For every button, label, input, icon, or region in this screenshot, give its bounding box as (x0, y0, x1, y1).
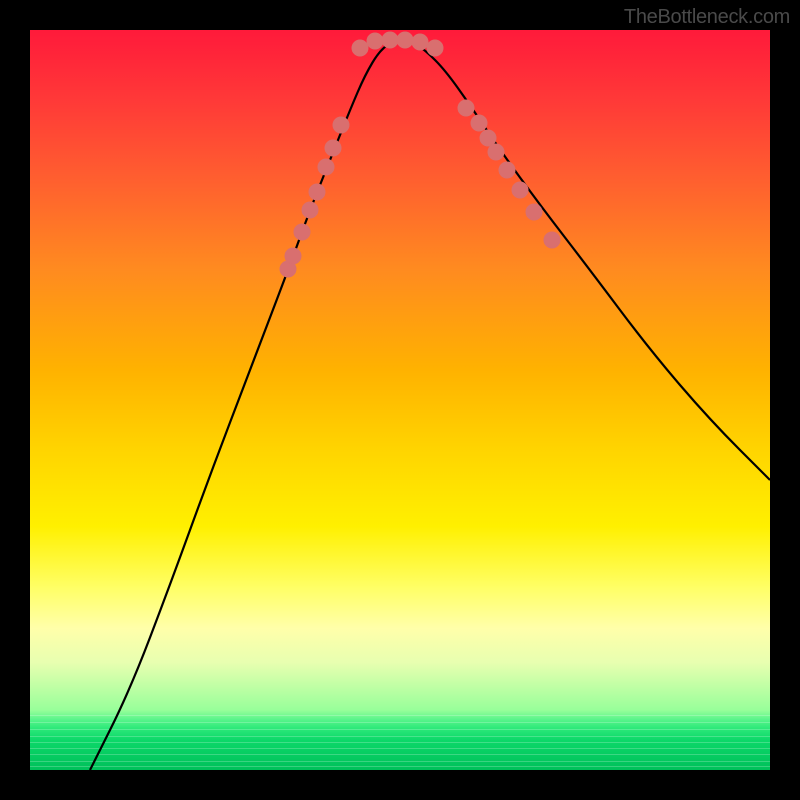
scatter-dot (499, 162, 515, 178)
scatter-dot (412, 34, 428, 50)
scatter-dot (526, 204, 542, 220)
scatter-dots-right (458, 100, 560, 248)
scatter-dot (352, 40, 368, 56)
scatter-dot (318, 159, 334, 175)
scatter-dot (471, 115, 487, 131)
scatter-dot (302, 202, 318, 218)
scatter-dot (367, 33, 383, 49)
scatter-dot (458, 100, 474, 116)
scatter-dot (382, 32, 398, 48)
watermark-text: TheBottleneck.com (624, 6, 790, 29)
scatter-dot (325, 140, 341, 156)
scatter-dot (285, 248, 301, 264)
curve-layer (30, 30, 770, 770)
scatter-dot (333, 117, 349, 133)
scatter-dot (512, 182, 528, 198)
bottleneck-curve (90, 40, 770, 770)
scatter-dots-bottom (352, 32, 443, 56)
scatter-dot (397, 32, 413, 48)
scatter-dot (488, 144, 504, 160)
chart-frame: TheBottleneck.com (0, 0, 800, 800)
scatter-dot (294, 224, 310, 240)
scatter-dot (480, 130, 496, 146)
scatter-dot (309, 184, 325, 200)
plot-area (30, 30, 770, 770)
scatter-dot (427, 40, 443, 56)
scatter-dot (544, 232, 560, 248)
